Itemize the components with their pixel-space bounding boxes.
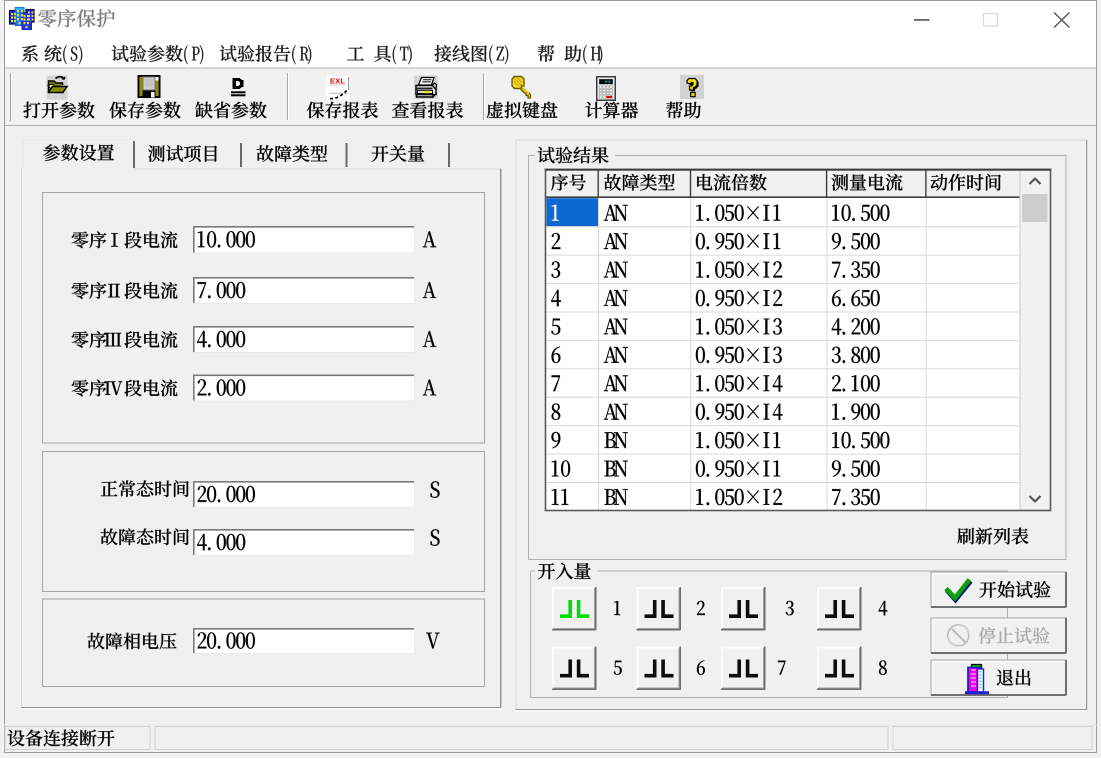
svg-text:EXL: EXL (330, 77, 345, 86)
